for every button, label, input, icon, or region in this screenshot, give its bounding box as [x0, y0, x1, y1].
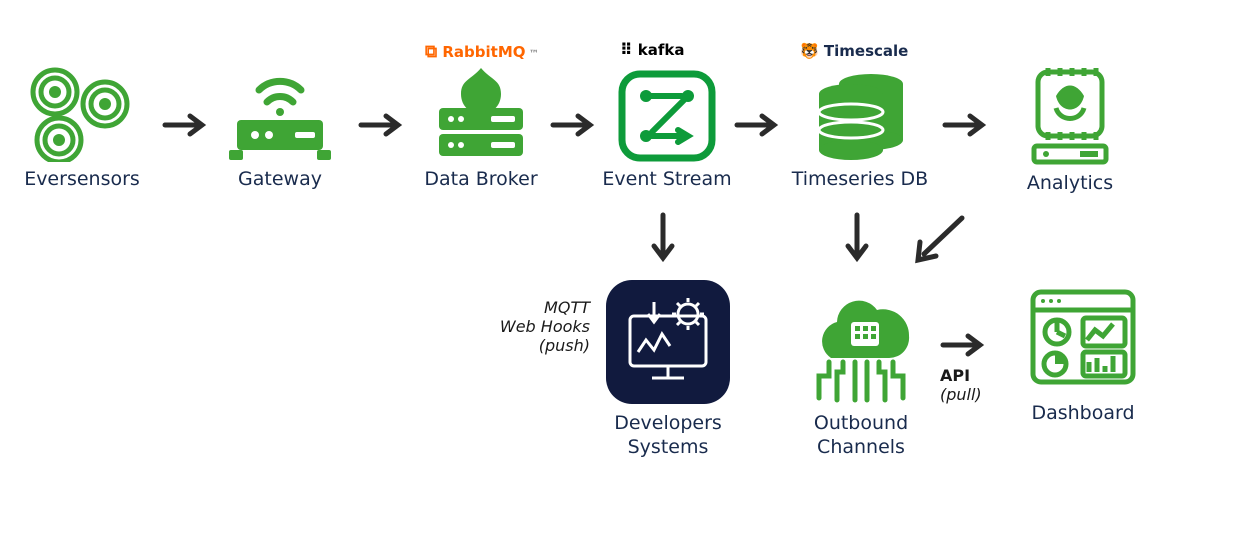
timescale-icon: 🐯: [800, 42, 819, 60]
devsys-icon: [604, 278, 732, 406]
tsdb-label: Timeseries DB: [792, 168, 928, 192]
gateway-icon: [225, 70, 335, 162]
arrow-tsdb-analytics: [940, 110, 990, 140]
node-broker: Data Broker: [416, 68, 546, 192]
broker-toptag: ⧉ RabbitMQ ™: [425, 42, 539, 62]
kafka-icon: ⠿: [620, 40, 633, 59]
pull-annotation: API (pull): [940, 366, 1000, 404]
analytics-icon: [1026, 66, 1114, 166]
outbound-label: Outbound Channels: [814, 412, 908, 460]
tsdb-icon: [805, 70, 915, 162]
gateway-label: Gateway: [238, 168, 322, 192]
arrow-stream-devsys: [648, 210, 678, 268]
stream-toptag: ⠿ kafka: [620, 40, 684, 59]
broker-label: Data Broker: [424, 168, 537, 192]
node-outbound: Outbound Channels: [796, 278, 926, 460]
arrow-analytics-outbound: [910, 212, 970, 268]
node-eversensors: Eversensors: [22, 62, 142, 192]
node-tsdb: Timeseries DB: [790, 70, 930, 192]
arrow-outbound-dashboard: [938, 330, 988, 360]
analytics-label: Analytics: [1027, 172, 1113, 196]
dashboard-label: Dashboard: [1031, 402, 1134, 426]
arrow-tsdb-outbound: [842, 210, 872, 268]
eversensors-label: Eversensors: [24, 168, 140, 192]
broker-icon: [431, 68, 531, 162]
node-stream: Event Stream: [602, 70, 732, 192]
node-dashboard: Dashboard: [1018, 286, 1148, 426]
stream-label: Event Stream: [602, 168, 731, 192]
stream-icon: [618, 70, 716, 162]
outbound-icon: [801, 278, 921, 406]
push-annotation: MQTT Web Hooks (push): [470, 298, 590, 355]
eversensors-icon: [27, 62, 137, 162]
devsys-label: Developers Systems: [614, 412, 722, 460]
tsdb-toptag: 🐯 Timescale: [800, 42, 908, 60]
arrow-gateway-broker: [356, 110, 406, 140]
node-analytics: Analytics: [1010, 66, 1130, 196]
arrow-eversensors-gateway: [160, 110, 210, 140]
rabbitmq-icon: ⧉: [425, 42, 437, 62]
arrow-broker-stream: [548, 110, 598, 140]
node-devsys: Developers Systems: [600, 278, 736, 460]
dashboard-icon: [1027, 286, 1139, 396]
arrow-stream-tsdb: [732, 110, 782, 140]
node-gateway: Gateway: [220, 70, 340, 192]
